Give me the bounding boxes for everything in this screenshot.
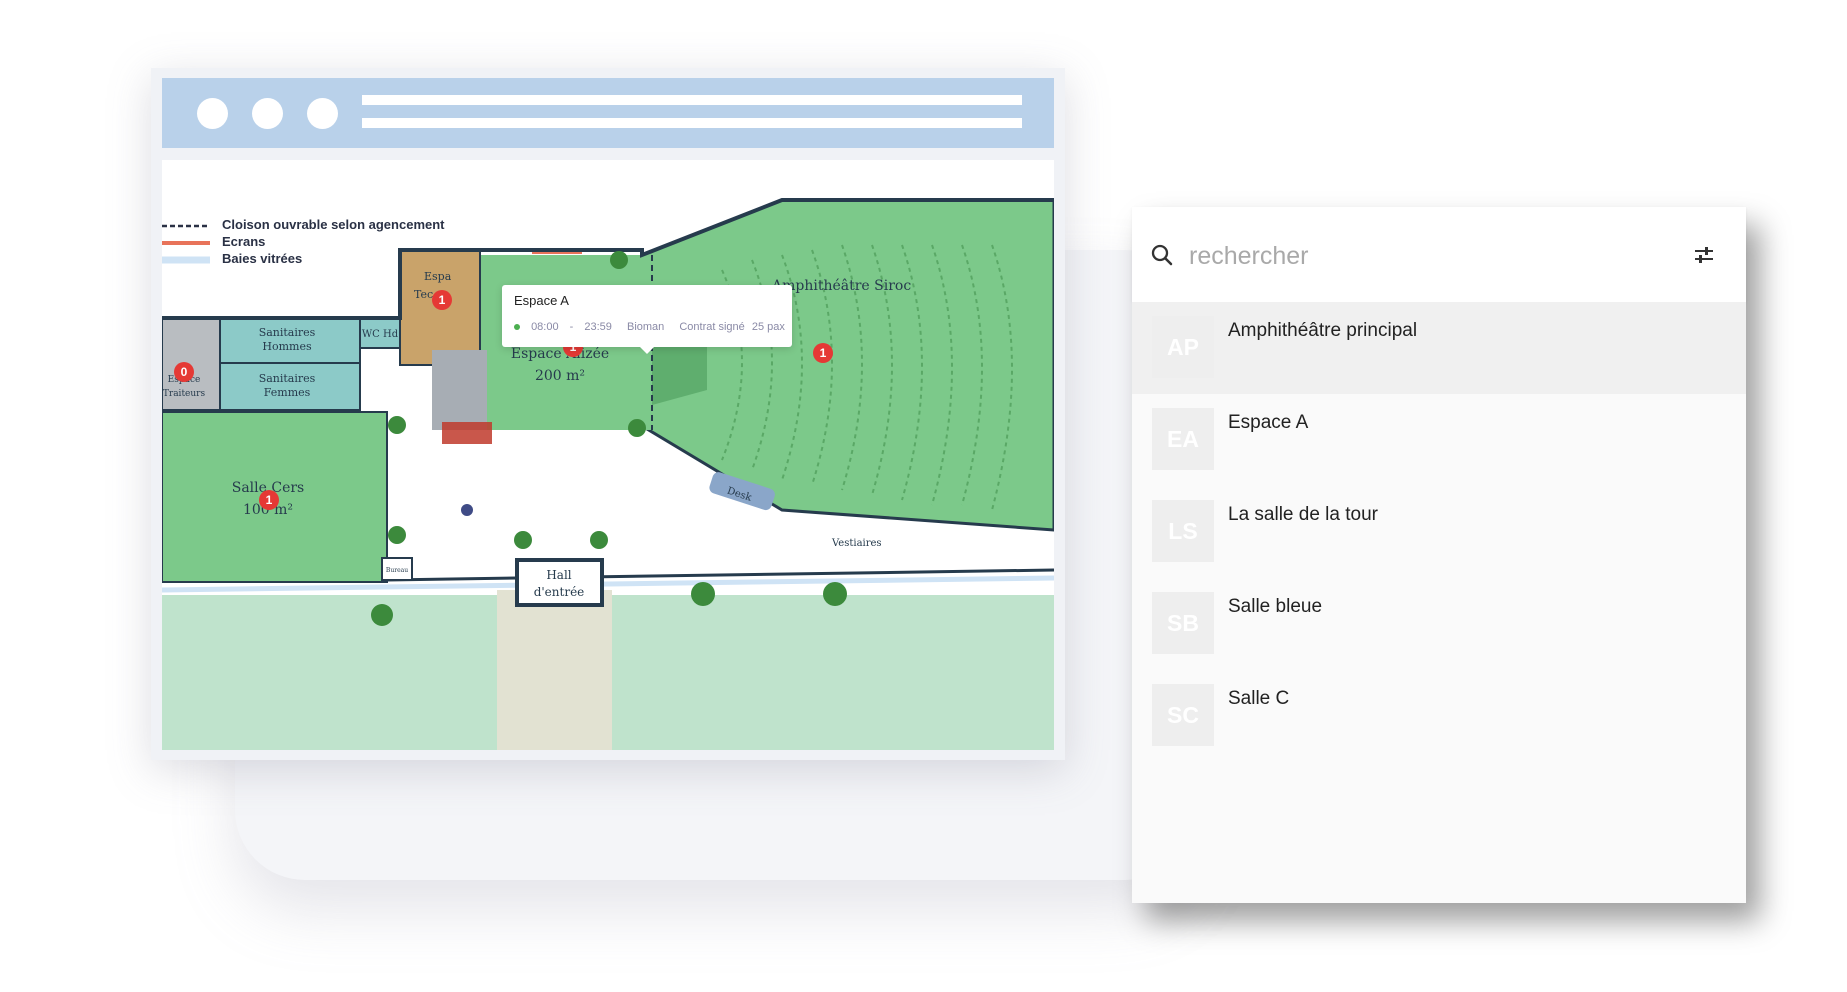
list-item-label: Salle bleue	[1228, 596, 1323, 617]
tooltip-client: Bioman	[626, 321, 665, 333]
label-espace-tec-1: Espa	[424, 270, 452, 283]
label-espace-alizee-2: 200 m²	[535, 368, 585, 384]
label-amphitheatre: Amphithéâtre Siroc	[771, 278, 911, 294]
address-line-2	[362, 118, 1022, 128]
browser-window: Cloison ouvrable selon agencement Ecrans…	[151, 68, 1065, 760]
avatar: SC	[1152, 684, 1214, 746]
label-sanitaires-femmes-2: Femmes	[264, 386, 311, 399]
list-item-amphitheatre-principal[interactable]: AP Amphithéâtre principal	[1132, 302, 1746, 394]
room-list-panel: AP Amphithéâtre principal EA Espace A LS…	[1132, 207, 1746, 903]
avatar: LS	[1152, 500, 1214, 562]
tooltip-pax: 25 pax	[751, 321, 785, 333]
floorplan: Cloison ouvrable selon agencement Ecrans…	[162, 160, 1054, 750]
label-sanitaires-femmes-1: Sanitaires	[259, 372, 316, 385]
label-wc-hd: WC Hd	[362, 329, 399, 340]
tooltip-separator: -	[569, 321, 574, 333]
label-vestiaires: Vestiaires	[831, 538, 882, 549]
room-tooltip: Espace A 08:00 - 23:59 Bioman Contrat si…	[502, 285, 792, 354]
avatar: SB	[1152, 592, 1214, 654]
label-hall-2: d'entrée	[534, 585, 585, 599]
pin-count: 1	[439, 293, 446, 307]
avatar: AP	[1152, 316, 1214, 378]
list-item-espace-a[interactable]: EA Espace A	[1132, 394, 1746, 486]
tooltip-arrow	[640, 347, 654, 354]
label-espace-alizee-1: Espace Alizée	[511, 346, 609, 362]
list-item-label: Espace A	[1228, 412, 1309, 433]
pin-count: 0	[181, 365, 188, 379]
list-item-la-salle-de-la-tour[interactable]: LS La salle de la tour	[1132, 486, 1746, 578]
pin-espace-tec[interactable]: 1	[432, 290, 452, 310]
tooltip-status: Contrat signé	[679, 321, 745, 333]
legend-label-ecrans: Ecrans	[222, 234, 265, 249]
address-line-1	[362, 95, 1022, 105]
list-item-label: La salle de la tour	[1228, 504, 1378, 525]
search-icon	[1151, 244, 1173, 266]
lounge-table	[461, 504, 473, 516]
list-item-salle-c[interactable]: SC Salle C	[1132, 670, 1746, 762]
label-sanitaires-hommes-2: Hommes	[262, 340, 312, 353]
browser-title-bar	[162, 78, 1054, 148]
tooltip-details: 08:00 - 23:59 Bioman Contrat signé 25 pa…	[514, 321, 785, 333]
pin-salle-cers[interactable]: 1	[259, 490, 279, 510]
pin-amphitheatre[interactable]: 1	[813, 343, 833, 363]
pin-count: 1	[820, 346, 827, 360]
pin-count: 1	[266, 493, 273, 507]
list-item-label: Amphithéâtre principal	[1228, 320, 1418, 341]
list-item-label: Salle C	[1228, 688, 1290, 709]
label-hall-1: Hall	[546, 568, 571, 582]
window-dot-2	[252, 98, 283, 129]
status-dot	[514, 324, 520, 331]
label-sanitaires-hommes-1: Sanitaires	[259, 326, 316, 339]
avatar: EA	[1152, 408, 1214, 470]
search-bar	[1132, 207, 1746, 302]
window-dot-3	[307, 98, 338, 129]
list-item-salle-bleue[interactable]: SB Salle bleue	[1132, 578, 1746, 670]
search-input[interactable]	[1187, 235, 1661, 277]
label-espace-tec-2: Tec	[414, 288, 433, 301]
tooltip-start: 08:00	[531, 321, 559, 333]
tooltip-end: 23:59	[584, 321, 612, 333]
floorplan-viewport: Cloison ouvrable selon agencement Ecrans…	[162, 160, 1054, 750]
tooltip-title: Espace A	[514, 293, 569, 308]
legend-label-baies: Baies vitrées	[222, 251, 302, 266]
window-dot-1	[197, 98, 228, 129]
pin-espace-traiteurs[interactable]: 0	[174, 362, 194, 382]
sliders-icon[interactable]	[1692, 243, 1716, 267]
lounge-furniture	[442, 422, 492, 444]
label-bureau: Bureau	[386, 567, 408, 574]
legend-label-cloison: Cloison ouvrable selon agencement	[222, 217, 445, 232]
room-storage	[432, 350, 487, 430]
label-espace-traiteurs-2: Traiteurs	[163, 389, 206, 399]
room-list: AP Amphithéâtre principal EA Espace A LS…	[1132, 302, 1746, 762]
